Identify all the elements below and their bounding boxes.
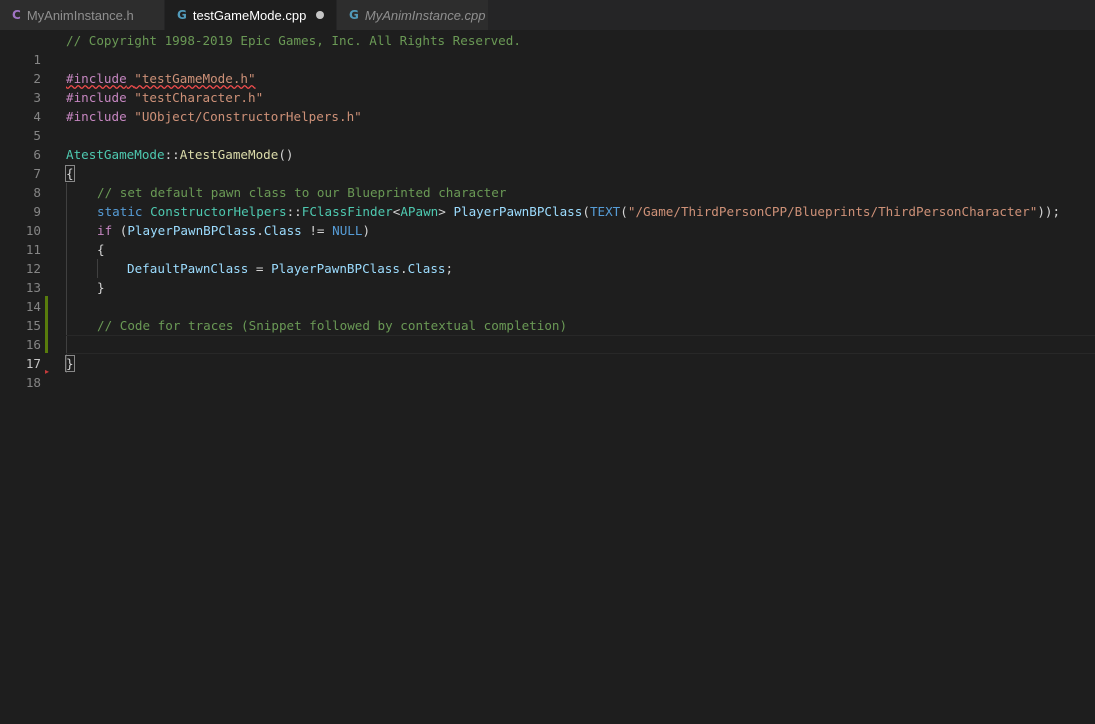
punctuation: () bbox=[278, 147, 294, 162]
scope-operator: :: bbox=[164, 147, 180, 162]
tab-testgamemode-cpp[interactable]: G testGameMode.cpp bbox=[165, 0, 337, 30]
string-literal: "testGameMode.h" bbox=[134, 71, 256, 86]
tab-label: MyAnimInstance.h bbox=[26, 7, 134, 23]
variable-name: PlayerPawnBPClass bbox=[127, 223, 257, 238]
unsaved-changes-dot-icon[interactable] bbox=[316, 11, 324, 19]
punctuation: ) bbox=[362, 223, 371, 238]
code-line: 3 #include "testGameMode.h" bbox=[0, 69, 1095, 105]
editor-tab-bar: C MyAnimInstance.h G testGameMode.cpp G … bbox=[0, 0, 1095, 30]
control-keyword: if bbox=[97, 223, 113, 238]
tab-myaniminstance-cpp[interactable]: G MyAnimInstance.cpp bbox=[337, 0, 489, 30]
variable-name: DefaultPawnClass bbox=[127, 261, 249, 276]
macro-name: TEXT bbox=[589, 204, 621, 219]
cpp-file-icon: G bbox=[349, 8, 359, 22]
code-line: 6 bbox=[0, 126, 1095, 162]
punctuation: { bbox=[97, 242, 105, 257]
comment: // Copyright 1998-2019 Epic Games, Inc. … bbox=[66, 33, 521, 48]
punctuation: ( bbox=[582, 204, 590, 219]
code-line: 2 bbox=[0, 50, 1095, 86]
code-line: 14 } bbox=[0, 278, 1095, 314]
code-line: 8 { bbox=[0, 164, 1095, 200]
line-number: 18 bbox=[25, 375, 41, 390]
punctuation: ; bbox=[445, 261, 454, 276]
code-line: 5 #include "UObject/ConstructorHelpers.h… bbox=[0, 107, 1095, 143]
keyword: static bbox=[97, 204, 143, 219]
class-name: ConstructorHelpers bbox=[150, 204, 287, 219]
code-line: 10 static ConstructorHelpers::FClassFind… bbox=[0, 202, 1095, 238]
operator: = bbox=[248, 261, 272, 276]
code-line: 15 bbox=[0, 297, 1095, 333]
punctuation: )); bbox=[1037, 204, 1061, 219]
string-literal: "/Game/ThirdPersonCPP/Blueprints/ThirdPe… bbox=[627, 204, 1038, 219]
include-error-squiggle: #include "testGameMode.h" bbox=[66, 69, 256, 88]
punctuation: } bbox=[97, 280, 105, 295]
punctuation: . bbox=[399, 261, 408, 276]
tab-label: testGameMode.cpp bbox=[192, 7, 307, 23]
code-line: 17 bbox=[0, 335, 1095, 371]
function-name: AtestGameMode bbox=[179, 147, 279, 162]
class-name: AtestGameMode bbox=[66, 147, 165, 162]
code-line: 9 // set default pawn class to our Bluep… bbox=[0, 183, 1095, 219]
tab-myaniminstance-h[interactable]: C MyAnimInstance.h bbox=[0, 0, 165, 30]
comment: // Code for traces (Snippet followed by … bbox=[97, 318, 568, 333]
preprocessor-directive: #include bbox=[66, 109, 127, 124]
punctuation: ( bbox=[620, 204, 628, 219]
code-line: 13 DefaultPawnClass = PlayerPawnBPClass.… bbox=[0, 259, 1095, 295]
comment: // set default pawn class to our Bluepri… bbox=[97, 185, 507, 200]
member-name: Class bbox=[407, 261, 446, 276]
deleted-line-marker-icon: ▸ bbox=[45, 367, 50, 376]
operator: != bbox=[301, 223, 333, 238]
code-line: 18 } bbox=[0, 354, 1095, 390]
code-editor[interactable]: 1 // Copyright 1998-2019 Epic Games, Inc… bbox=[0, 30, 1095, 724]
code-line: 4 #include "testCharacter.h" bbox=[0, 88, 1095, 124]
cpp-file-icon: G bbox=[177, 8, 187, 22]
matched-bracket: { bbox=[65, 165, 75, 182]
string-literal: "UObject/ConstructorHelpers.h" bbox=[134, 109, 362, 124]
punctuation: ( bbox=[112, 223, 128, 238]
type-name: APawn bbox=[400, 204, 439, 219]
code-line: 7 AtestGameMode::AtestGameMode() bbox=[0, 145, 1095, 181]
punctuation: > bbox=[438, 204, 454, 219]
matched-bracket: } bbox=[65, 355, 75, 372]
code-line: 11 if (PlayerPawnBPClass.Class != NULL) bbox=[0, 221, 1095, 257]
string-literal: "testCharacter.h" bbox=[134, 90, 264, 105]
variable-name: PlayerPawnBPClass bbox=[271, 261, 400, 276]
code-line: 16 // Code for traces (Snippet followed … bbox=[0, 316, 1095, 352]
code-line: 12 { bbox=[0, 240, 1095, 276]
scope-operator: :: bbox=[286, 204, 302, 219]
preprocessor-directive: #include bbox=[66, 71, 127, 86]
preprocessor-directive: #include bbox=[66, 90, 127, 105]
null-keyword: NULL bbox=[332, 223, 363, 238]
tab-label: MyAnimInstance.cpp bbox=[364, 7, 486, 23]
member-name: Class bbox=[263, 223, 302, 238]
punctuation: . bbox=[256, 223, 264, 238]
variable-name: PlayerPawnBPClass bbox=[453, 204, 583, 219]
type-name: FClassFinder bbox=[301, 204, 393, 219]
c-header-icon: C bbox=[12, 8, 21, 22]
code-line: 1 // Copyright 1998-2019 Epic Games, Inc… bbox=[0, 31, 1095, 67]
